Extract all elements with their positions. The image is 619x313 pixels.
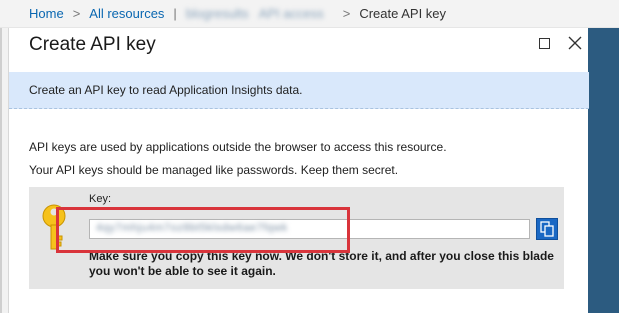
description-line-2: Your API keys should be managed like pas… xyxy=(29,163,399,177)
copy-icon xyxy=(540,221,554,237)
info-bar: Create an API key to read Application In… xyxy=(9,72,589,109)
description-line-1: API keys are used by applications outsid… xyxy=(29,140,447,154)
key-icon xyxy=(42,204,66,250)
breadcrumb-all-resources-link[interactable]: All resources xyxy=(89,6,164,21)
breadcrumb-separator: | xyxy=(173,6,177,21)
left-edge xyxy=(0,28,2,313)
breadcrumb-separator: > xyxy=(342,6,351,21)
blade-title: Create API key xyxy=(29,34,156,55)
breadcrumb-home-link[interactable]: Home xyxy=(29,6,64,21)
api-key-field[interactable]: 4qy7mhju4m7oz8bt5klsdw6ae7fqwk xyxy=(89,219,530,239)
create-api-key-blade: Create API key Create an API key to read… xyxy=(8,28,589,313)
close-icon[interactable] xyxy=(567,35,583,51)
key-label: Key: xyxy=(89,193,112,205)
portal-background-band xyxy=(588,28,619,313)
info-bar-text: Create an API key to read Application In… xyxy=(29,83,303,97)
breadcrumb: Home > All resources | blogresults API a… xyxy=(0,0,619,28)
key-panel: Key: 4qy7mhju4m7oz8bt5klsdw6ae7fqwk Make… xyxy=(29,187,564,289)
copy-button[interactable] xyxy=(536,218,558,240)
breadcrumb-resource-link[interactable]: blogresults xyxy=(186,6,249,21)
breadcrumb-current: Create API key xyxy=(359,6,447,21)
copy-warning: Make sure you copy this key now. We don'… xyxy=(89,249,554,278)
maximize-icon[interactable] xyxy=(539,38,550,49)
api-key-value: 4qy7mhju4m7oz8bt5klsdw6ae7fqwk xyxy=(96,222,288,234)
breadcrumb-api-access-link[interactable]: API access xyxy=(259,6,324,21)
breadcrumb-separator: > xyxy=(72,6,81,21)
